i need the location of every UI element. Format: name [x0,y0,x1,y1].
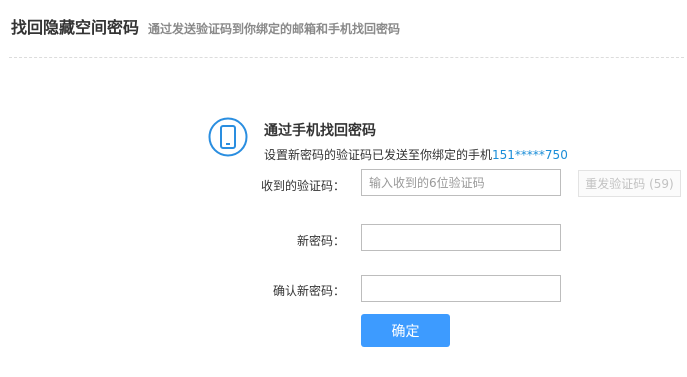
header-divider [9,57,684,58]
mobile-phone-icon [208,117,248,157]
masked-phone-number: 151*****750 [492,148,568,162]
page-title: 找回隐藏空间密码 [11,18,140,37]
submit-button[interactable]: 确定 [361,314,450,347]
resend-code-button[interactable]: 重发验证码 (59) [578,170,681,197]
section-description-text: 设置新密码的验证码已发送至你绑定的手机 [264,148,493,162]
confirm-password-label: 确认新密码： [272,284,345,298]
new-password-input[interactable] [361,224,561,251]
new-password-label: 新密码： [296,234,345,248]
resend-code-label: 重发验证码 [585,177,646,191]
section-title: 通过手机找回密码 [264,123,376,139]
section-description: 设置新密码的验证码已发送至你绑定的手机151*****750 [264,146,568,163]
verification-code-input[interactable] [361,169,561,196]
verification-code-label: 收到的验证码： [260,179,345,193]
confirm-password-input[interactable] [361,275,561,302]
resend-countdown: (59) [649,176,674,191]
page-header: 找回隐藏空间密码 通过发送验证码到你绑定的邮箱和手机找回密码 [11,14,400,38]
page-subtitle: 通过发送验证码到你绑定的邮箱和手机找回密码 [148,22,401,36]
